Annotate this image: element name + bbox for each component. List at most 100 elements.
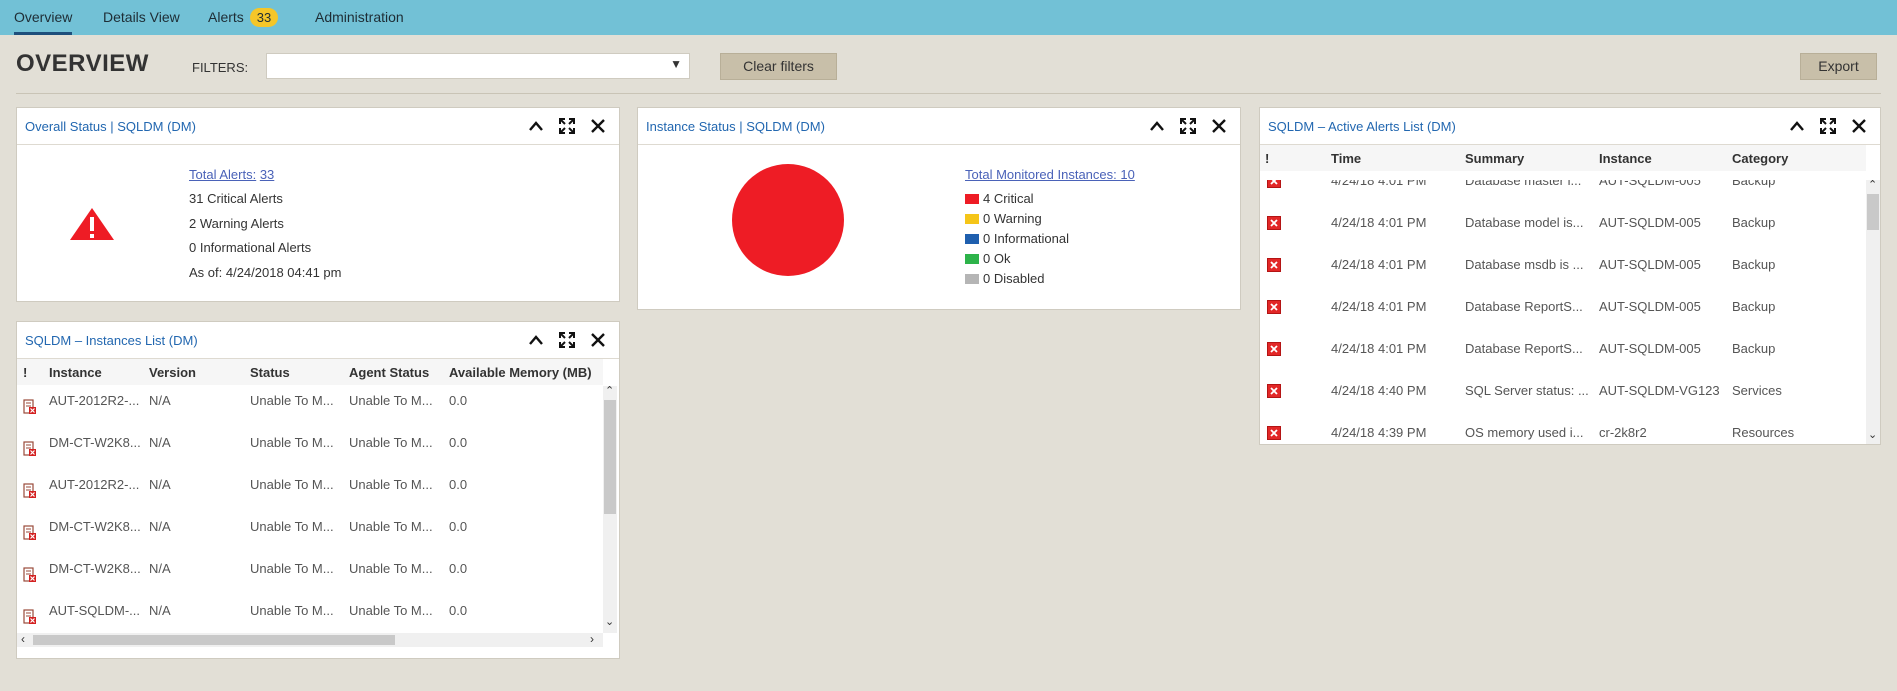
- scroll-up-icon[interactable]: ⌃: [605, 384, 614, 397]
- cell-instance: DM-CT-W2K8...: [49, 435, 141, 450]
- panel-header: Overall Status | SQLDM (DM): [17, 108, 619, 145]
- critical-alerts-count: 31 Critical Alerts: [189, 191, 283, 206]
- scrollbar-thumb[interactable]: [604, 400, 616, 514]
- scroll-up-icon[interactable]: ⌃: [1868, 178, 1877, 191]
- table-row[interactable]: DM-CT-W2K8... N/A Unable To M... Unable To …: [17, 512, 603, 554]
- column-header-time[interactable]: Time: [1331, 151, 1361, 166]
- column-header-category[interactable]: Category: [1732, 151, 1788, 166]
- export-button[interactable]: Export: [1800, 53, 1877, 80]
- table-row[interactable]: 4/24/18 4:01 PM Database master i... AUT-S…: [1260, 180, 1866, 209]
- chevron-up-icon: [1790, 121, 1804, 131]
- instances-list-panel: SQLDM – Instances List (DM) ! Instance V…: [16, 321, 620, 659]
- scroll-left-icon[interactable]: ‹: [21, 632, 25, 646]
- maximize-button[interactable]: [554, 113, 580, 139]
- column-header-instance[interactable]: Instance: [1599, 151, 1652, 166]
- column-header-instance[interactable]: Instance: [49, 365, 102, 380]
- cell-status: Unable To M...: [250, 477, 334, 492]
- cell-agent-status: Unable To M...: [349, 561, 433, 576]
- cell-agent-status: Unable To M...: [349, 603, 433, 618]
- table-row[interactable]: 4/24/18 4:39 PM OS memory used i... cr-2k8…: [1260, 419, 1866, 444]
- tab-details-view[interactable]: Details View: [103, 0, 180, 35]
- cell-version: N/A: [149, 519, 171, 534]
- filters-label: FILTERS:: [192, 60, 249, 75]
- table-row[interactable]: DM-CT-W2K8... N/A Unable To M... Unable To …: [17, 554, 603, 596]
- close-icon: [1852, 119, 1866, 133]
- cell-time: 4/24/18 4:40 PM: [1331, 383, 1427, 398]
- collapse-button[interactable]: [523, 113, 549, 139]
- cell-version: N/A: [149, 603, 171, 618]
- collapse-button[interactable]: [523, 327, 549, 353]
- tab-alerts[interactable]: Alerts 33: [208, 0, 279, 35]
- collapse-button[interactable]: [1784, 113, 1810, 139]
- cell-available-memory: 0.0: [449, 603, 468, 618]
- table-row[interactable]: AUT-SQLDM-... N/A Unable To M... Unable To …: [17, 596, 603, 638]
- horizontal-scrollbar[interactable]: ‹ ›: [17, 632, 603, 647]
- close-button[interactable]: [1846, 113, 1872, 139]
- table-row[interactable]: 4/24/18 4:01 PM Database model is... AUT-S…: [1260, 209, 1866, 251]
- cell-summary: Database master i...: [1465, 180, 1582, 188]
- top-nav: Overview Details View Alerts 33 Administr…: [0, 0, 1897, 35]
- cell-instance: AUT-SQLDM-005: [1599, 215, 1701, 230]
- table-row[interactable]: AUT-2012R2-... N/A Unable To M... Unable To…: [17, 386, 603, 428]
- close-icon: [591, 333, 605, 347]
- close-button[interactable]: [585, 327, 611, 353]
- table-row[interactable]: AUT-2012R2-... N/A Unable To M... Unable To…: [17, 470, 603, 512]
- column-header-severity[interactable]: !: [23, 365, 27, 380]
- instance-status-pie[interactable]: [731, 163, 845, 277]
- critical-alert-icon: [1267, 342, 1281, 356]
- server-error-icon: [23, 609, 36, 624]
- vertical-scrollbar[interactable]: ⌃ ⌄: [1866, 178, 1880, 444]
- collapse-button[interactable]: [1144, 113, 1170, 139]
- maximize-button[interactable]: [1815, 113, 1841, 139]
- column-header-status[interactable]: Status: [250, 365, 290, 380]
- column-header-severity[interactable]: !: [1265, 151, 1269, 166]
- cell-time: 4/24/18 4:01 PM: [1331, 180, 1427, 188]
- filters-select[interactable]: ▼: [266, 53, 690, 79]
- column-header-summary[interactable]: Summary: [1465, 151, 1524, 166]
- server-error-icon: [23, 525, 36, 540]
- critical-alert-icon: [1267, 300, 1281, 314]
- server-error-icon: [23, 483, 36, 498]
- cell-instance: AUT-2012R2-...: [49, 477, 140, 492]
- legend-item-label: 0 Ok: [983, 251, 1011, 266]
- expand-icon: [559, 332, 575, 348]
- table-row[interactable]: 4/24/18 4:01 PM Database ReportS... AUT-SQ…: [1260, 335, 1866, 377]
- close-button[interactable]: [585, 113, 611, 139]
- cell-time: 4/24/18 4:39 PM: [1331, 425, 1427, 440]
- close-button[interactable]: [1206, 113, 1232, 139]
- maximize-button[interactable]: [554, 327, 580, 353]
- table-row[interactable]: 4/24/18 4:01 PM Database msdb is ... AUT-S…: [1260, 251, 1866, 293]
- cell-summary: Database model is...: [1465, 215, 1584, 230]
- panel-title: SQLDM – Active Alerts List (DM): [1268, 119, 1456, 134]
- scroll-right-icon[interactable]: ›: [590, 632, 594, 646]
- close-icon: [591, 119, 605, 133]
- pie-slice-critical[interactable]: [732, 164, 844, 276]
- table-row[interactable]: 4/24/18 4:01 PM Database ReportS... AUT-SQ…: [1260, 293, 1866, 335]
- tab-overview[interactable]: Overview: [14, 0, 73, 35]
- scroll-down-icon[interactable]: ⌄: [1868, 428, 1877, 441]
- tab-administration[interactable]: Administration: [315, 0, 404, 35]
- cell-agent-status: Unable To M...: [349, 393, 433, 408]
- expand-icon: [1820, 118, 1836, 134]
- scrollbar-thumb[interactable]: [33, 635, 395, 645]
- tab-overview-label: Overview: [14, 9, 73, 25]
- server-error-icon: [23, 441, 36, 456]
- total-monitored-instances-link[interactable]: Total Monitored Instances: 10: [965, 167, 1135, 182]
- total-alerts-link[interactable]: Total Alerts:: [189, 167, 256, 182]
- scroll-down-icon[interactable]: ⌄: [605, 615, 614, 628]
- scrollbar-thumb[interactable]: [1867, 194, 1879, 230]
- vertical-scrollbar[interactable]: ⌃ ⌄: [603, 384, 617, 633]
- cell-agent-status: Unable To M...: [349, 519, 433, 534]
- cell-instance: AUT-SQLDM-005: [1599, 299, 1701, 314]
- table-row[interactable]: 4/24/18 4:40 PM SQL Server status: ... AUT…: [1260, 377, 1866, 419]
- column-header-agent-status[interactable]: Agent Status: [349, 365, 429, 380]
- column-header-available-memory[interactable]: Available Memory (MB): [449, 365, 592, 380]
- cell-instance: AUT-SQLDM-VG123: [1599, 383, 1720, 398]
- tab-details-view-label: Details View: [103, 9, 180, 25]
- dropdown-arrow-icon: ▼: [670, 57, 682, 71]
- table-row[interactable]: DM-CT-W2K8... N/A Unable To M... Unable To …: [17, 428, 603, 470]
- maximize-button[interactable]: [1175, 113, 1201, 139]
- clear-filters-button[interactable]: Clear filters: [720, 53, 837, 80]
- total-alerts-value-link[interactable]: 33: [260, 167, 274, 182]
- column-header-version[interactable]: Version: [149, 365, 196, 380]
